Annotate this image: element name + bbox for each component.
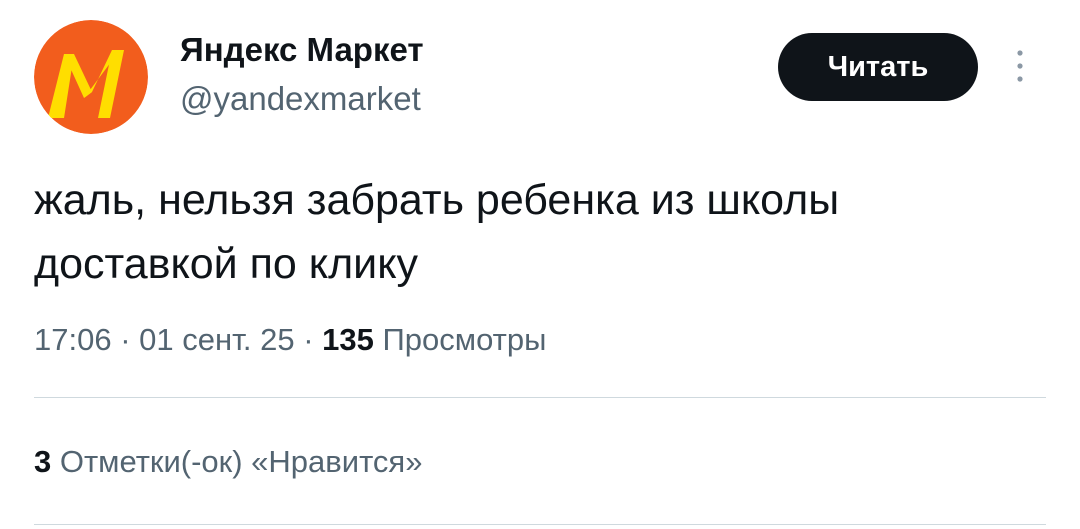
likes-count: 3: [34, 444, 52, 479]
yandex-market-logo-icon: [34, 20, 148, 134]
meta-separator: ·: [111, 322, 140, 357]
tweet-text: жаль, нельзя забрать ребенка из школы до…: [34, 168, 1044, 296]
views-count: 135: [322, 322, 374, 357]
tweet-time[interactable]: 17:06: [34, 322, 112, 357]
vertical-ellipsis-icon[interactable]: [1010, 46, 1030, 88]
tweet-text-line: жаль, нельзя забрать ребенка из школы: [34, 176, 840, 224]
likes-stat[interactable]: 3 Отметки(-ок) «Нравится»: [34, 440, 422, 484]
tweet-date[interactable]: 01 сент. 25: [139, 322, 294, 357]
divider: [34, 397, 1046, 398]
author-handle[interactable]: @yandexmarket: [180, 77, 421, 121]
likes-label: Отметки(-ок) «Нравится»: [59, 444, 423, 479]
follow-button[interactable]: Читать: [778, 33, 978, 101]
views-label: Просмотры: [382, 322, 547, 357]
meta-separator: ·: [294, 322, 323, 357]
divider: [34, 524, 1046, 525]
tweet-text-line: доставкой по клику: [34, 240, 418, 288]
avatar[interactable]: [34, 20, 148, 134]
tweet-meta: 17:06 · 01 сент. 25 · 135 Просмотры: [34, 318, 546, 362]
author-name[interactable]: Яндекс Маркет: [180, 28, 424, 72]
